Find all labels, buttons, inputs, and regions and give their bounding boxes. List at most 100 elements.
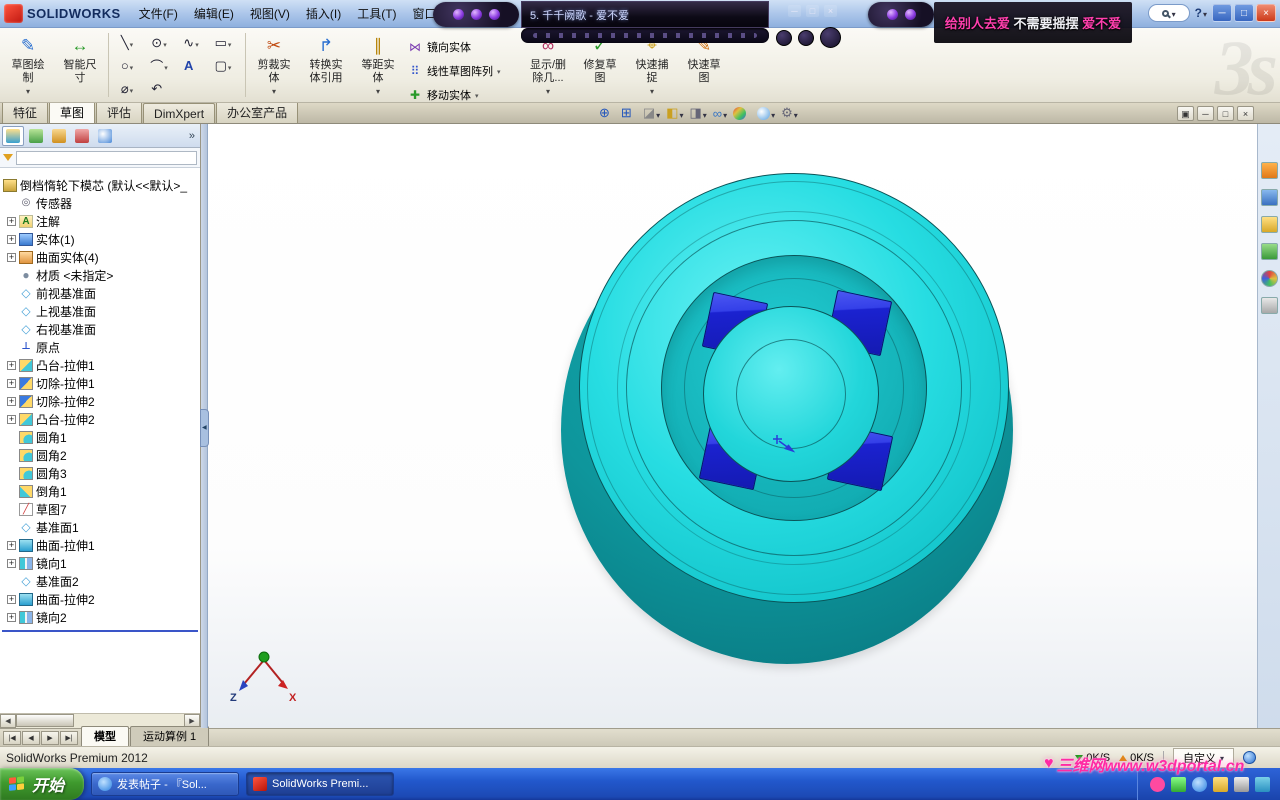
- expand-plus-icon[interactable]: [7, 396, 16, 406]
- command-tab[interactable]: DimXpert: [143, 103, 216, 123]
- tree-item[interactable]: 切除-拉伸1: [0, 374, 200, 392]
- player-volume-knob[interactable]: [776, 29, 792, 46]
- dimxpert-manager-tab-icon[interactable]: [71, 126, 93, 146]
- rollback-bar[interactable]: [2, 630, 198, 632]
- player-button-icon[interactable]: [886, 9, 898, 20]
- tree-item[interactable]: 切除-拉伸2: [0, 392, 200, 410]
- tree-item[interactable]: 凸台-拉伸1: [0, 356, 200, 374]
- player-restore-button[interactable]: □: [806, 5, 819, 17]
- doc-minimize-button[interactable]: ─: [1197, 106, 1214, 121]
- filter-input[interactable]: [16, 150, 197, 165]
- model-tab[interactable]: 运动算例 1: [130, 726, 210, 746]
- dropdown-caret-icon[interactable]: [26, 85, 30, 97]
- scrollbar-thumb[interactable]: [16, 714, 74, 727]
- dropdown-caret-icon[interactable]: [703, 106, 707, 121]
- model-tab[interactable]: 模型: [81, 726, 129, 746]
- command-tab[interactable]: 评估: [96, 100, 143, 123]
- tray-icon[interactable]: [1171, 776, 1186, 792]
- expand-plus-icon[interactable]: [7, 360, 16, 370]
- taskbar-app-button[interactable]: 发表帖子 - 『Sol...: [91, 772, 240, 796]
- apply-scene-button[interactable]: ◐: [756, 106, 776, 121]
- dropdown-caret-icon[interactable]: [771, 106, 775, 121]
- tree-item[interactable]: 实体(1): [0, 230, 200, 248]
- command-tab[interactable]: 办公室产品: [216, 100, 299, 123]
- graphics-area[interactable]: Z X: [208, 124, 1257, 728]
- appearances-icon[interactable]: [1260, 270, 1278, 287]
- tree-item[interactable]: 倒角1: [0, 482, 200, 500]
- move-entities-button[interactable]: ✚ 移动实体: [404, 84, 522, 106]
- edit-appearance-button[interactable]: ●: [732, 106, 752, 121]
- dropdown-caret-icon[interactable]: [195, 35, 199, 50]
- doc-close-button[interactable]: ×: [1237, 106, 1254, 121]
- dropdown-caret-icon[interactable]: [228, 35, 232, 50]
- player-button-icon[interactable]: [904, 9, 916, 20]
- tray-icon[interactable]: [1255, 776, 1270, 792]
- panel-overflow-chevron[interactable]: »: [189, 130, 198, 142]
- linear-sketch-pattern-button[interactable]: ⠿ 线性草图阵列: [404, 60, 522, 82]
- tree-item[interactable]: 曲面-拉伸1: [0, 536, 200, 554]
- close-button[interactable]: ×: [1256, 4, 1276, 22]
- expand-plus-icon[interactable]: [7, 234, 16, 244]
- tray-icon[interactable]: [1213, 776, 1228, 792]
- player-minimize-button[interactable]: ─: [788, 5, 801, 17]
- command-tab[interactable]: 草图: [49, 100, 96, 123]
- folder-icon[interactable]: [1260, 216, 1278, 233]
- player-button-icon[interactable]: [488, 9, 500, 20]
- menu-item[interactable]: 插入(I): [298, 1, 349, 26]
- expand-plus-icon[interactable]: [7, 414, 16, 424]
- dropdown-caret-icon[interactable]: [723, 106, 727, 121]
- menu-item[interactable]: 视图(V): [242, 1, 298, 26]
- dropdown-caret-icon[interactable]: [679, 106, 683, 121]
- tree-item[interactable]: 曲面实体(4): [0, 248, 200, 266]
- dropdown-caret-icon[interactable]: [650, 85, 654, 97]
- spline-tool-button[interactable]: ∿: [175, 31, 207, 54]
- tree-item[interactable]: ◎ 传感器: [0, 194, 200, 212]
- minimize-button[interactable]: ─: [1212, 4, 1232, 22]
- help-button[interactable]: ?: [1195, 6, 1207, 20]
- search-box[interactable]: [1147, 4, 1190, 22]
- tree-root-item[interactable]: 倒档惰轮下模芯 (默认<<默认>_: [0, 176, 200, 194]
- smart-dimension-button[interactable]: ↔ 智能尺 寸: [54, 30, 106, 100]
- tree-item[interactable]: ◇ 上视基准面: [0, 302, 200, 320]
- property-manager-tab-icon[interactable]: [25, 126, 47, 146]
- rectangle-tool-button[interactable]: ▭: [207, 31, 239, 54]
- menu-item[interactable]: 文件(F): [131, 1, 186, 26]
- home-icon[interactable]: [1260, 162, 1278, 179]
- tree-item[interactable]: ⊥ 原点: [0, 338, 200, 356]
- dropdown-caret-icon[interactable]: [272, 85, 276, 97]
- seek-slider[interactable]: [533, 33, 757, 38]
- tree-item[interactable]: 镜向1: [0, 554, 200, 572]
- expand-plus-icon[interactable]: [7, 252, 16, 262]
- player-close-button[interactable]: ×: [824, 5, 837, 17]
- offset-entities-button[interactable]: ∥ 等距实 体: [352, 30, 404, 100]
- player-button-icon[interactable]: [470, 9, 482, 20]
- dropdown-caret-icon[interactable]: [376, 85, 380, 97]
- slot-tool-button[interactable]: ▢: [207, 54, 239, 77]
- properties-icon[interactable]: [1260, 297, 1278, 314]
- dropdown-caret-icon[interactable]: [794, 106, 798, 121]
- dropdown-caret-icon[interactable]: [228, 58, 232, 73]
- tray-icon[interactable]: [1234, 776, 1249, 792]
- tree-item[interactable]: ◇ 基准面2: [0, 572, 200, 590]
- last-tab-button[interactable]: ▶|: [60, 731, 78, 745]
- mirror-entities-button[interactable]: ⋈ 镜向实体: [404, 36, 522, 58]
- menu-item[interactable]: 编辑(E): [186, 1, 242, 26]
- display-style-button[interactable]: ◨: [688, 105, 707, 121]
- prev-tab-button[interactable]: ◀: [22, 731, 40, 745]
- player-main-knob[interactable]: [820, 27, 841, 48]
- hide-show-items-button[interactable]: ∞: [712, 106, 728, 121]
- undo-button[interactable]: ↶: [143, 77, 175, 100]
- dropdown-caret-icon[interactable]: [163, 35, 167, 50]
- menu-item[interactable]: 工具(T): [349, 1, 404, 26]
- scroll-left-button[interactable]: [0, 714, 16, 728]
- expand-plus-icon[interactable]: [7, 540, 16, 550]
- line-tool-button[interactable]: ╲: [111, 31, 143, 54]
- view-orientation-button[interactable]: ◧: [665, 105, 684, 121]
- media-player-skin-right[interactable]: [868, 2, 934, 27]
- ellipse-tool-button[interactable]: ○: [111, 54, 143, 77]
- dropdown-caret-icon[interactable]: [656, 106, 660, 121]
- tree-item[interactable]: ◇ 基准面1: [0, 518, 200, 536]
- tray-icon[interactable]: [1192, 776, 1207, 792]
- tree-item[interactable]: ◇ 右视基准面: [0, 320, 200, 338]
- display-manager-tab-icon[interactable]: [94, 126, 116, 146]
